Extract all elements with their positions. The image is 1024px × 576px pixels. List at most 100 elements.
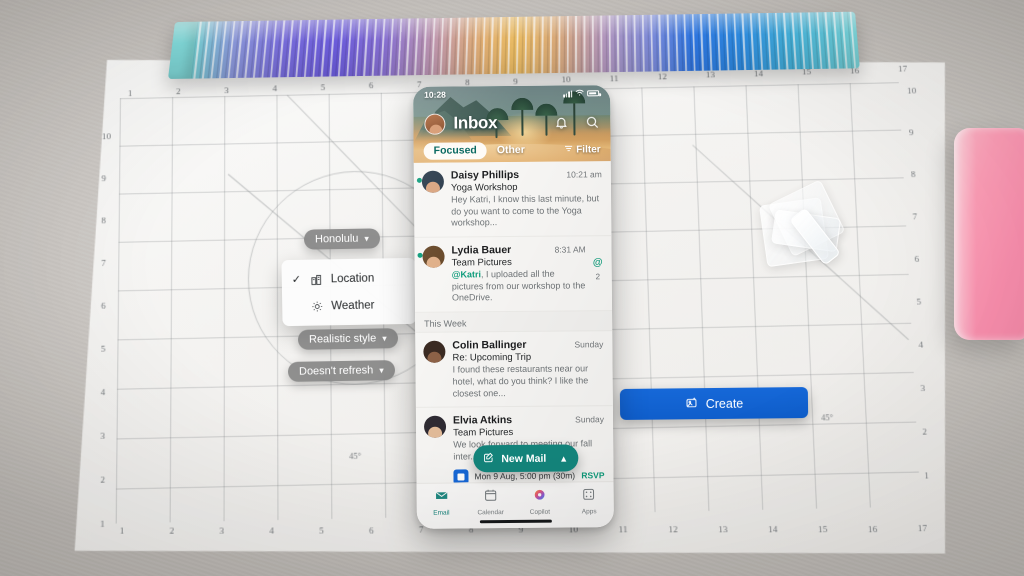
section-header: This Week (415, 311, 613, 333)
ruler-tick: 11 (609, 73, 619, 83)
refresh-chip[interactable]: Doesn't refresh ▾ (287, 360, 395, 382)
message-subject: Re: Upcoming Trip (452, 351, 532, 364)
ruler-tick: 3 (100, 430, 106, 441)
filter-icon (563, 143, 573, 156)
message-subject: Team Pictures (453, 427, 514, 439)
filter-button[interactable]: Filter (563, 143, 601, 156)
bell-icon[interactable] (554, 116, 568, 130)
chevron-down-icon: ▾ (364, 233, 370, 244)
ruler-tick: 7 (912, 211, 918, 222)
ruler-tick: 1 (924, 470, 930, 481)
ruler-tick: 5 (320, 82, 326, 92)
message-time: Sunday (574, 339, 604, 350)
calendar-icon (453, 468, 469, 483)
list-item[interactable]: Lydia Bauer 8:31 AM Team Pictures @Katri… (414, 236, 613, 313)
page-title: Inbox (453, 113, 498, 133)
avatar (423, 415, 447, 438)
ruler-tick: 17 (897, 63, 908, 74)
ruler-tick: 1 (127, 88, 133, 99)
avatar (421, 170, 444, 193)
tab-email-label: Email (433, 509, 450, 517)
ruler-tick: 9 (101, 173, 107, 184)
chevron-down-icon: ▾ (379, 364, 384, 375)
avatar (422, 245, 445, 268)
ribbon-highlight (167, 11, 860, 79)
tab-copilot[interactable]: Copilot (515, 488, 564, 516)
ruler-tick: 11 (618, 524, 629, 535)
location-chip-label: Honolulu (314, 232, 359, 246)
angle-label: 45° (349, 450, 362, 462)
signal-icon (563, 89, 573, 98)
battery-icon (587, 90, 600, 97)
message-preview: I found these restaurants near our hotel… (452, 363, 589, 399)
message-time: Sunday (575, 414, 605, 425)
phone-status-bar: 10:28 (413, 85, 610, 103)
ruler-tick: 14 (753, 68, 764, 79)
rsvp-button[interactable]: RSVP (581, 470, 604, 480)
ruler-tick: 3 (219, 525, 225, 536)
tab-calendar-label: Calendar (477, 509, 504, 517)
message-list[interactable]: Daisy Phillips 10:21 am Yoga Workshop He… (413, 161, 614, 483)
pleated-rainbow-strip (167, 11, 860, 79)
ruler-tick: 2 (169, 525, 175, 536)
ruler-tick: 10 (561, 74, 572, 85)
style-chip-label: Realistic style (308, 332, 377, 346)
tab-email[interactable]: Email (417, 488, 466, 517)
buildings-icon (310, 273, 324, 285)
wifi-icon (575, 88, 584, 98)
ruler-tick: 5 (319, 524, 325, 536)
scene-root: 1 2 3 4 5 6 7 8 9 10 11 12 13 14 15 16 17 1 2 3 4 5 6 7 8 9 10 11 12… (0, 0, 1024, 576)
list-item[interactable]: Daisy Phillips 10:21 am Yoga Workshop He… (413, 161, 612, 238)
thread-count-badge: 2 (595, 272, 601, 282)
tab-calendar[interactable]: Calendar (466, 488, 515, 516)
mention-token: @Katri (451, 269, 482, 280)
ruler-tick: 5 (100, 343, 106, 354)
message-subject: Yoga Workshop (450, 181, 518, 194)
sun-icon (310, 300, 324, 312)
ruler-tick: 1 (119, 525, 125, 536)
list-item[interactable]: Colin Ballinger Sunday Re: Upcoming Trip… (415, 331, 613, 409)
create-button[interactable]: Create (619, 387, 809, 420)
refresh-chip-label: Doesn't refresh (298, 364, 374, 378)
ruler-tick: 4 (272, 83, 278, 94)
ruler-tick: 10 (101, 131, 112, 142)
apps-grid-icon (582, 487, 596, 506)
new-mail-label: New Mail (501, 452, 547, 465)
new-mail-button[interactable]: New Mail ▲ (473, 444, 579, 473)
ruler-tick: 15 (817, 523, 828, 535)
ruler-tick: 12 (657, 71, 668, 82)
tab-other[interactable]: Other (487, 141, 535, 158)
ruler-tick: 9 (908, 127, 914, 138)
ruler-tick: 4 (100, 386, 106, 398)
message-sender: Elvia Atkins (452, 414, 513, 427)
bottom-tab-bar: Email Calendar Copilot Apps (416, 481, 614, 529)
tab-focused[interactable]: Focused (423, 141, 487, 160)
menu-item-location-label: Location (330, 272, 375, 285)
ruler-tick: 3 (224, 85, 230, 95)
menu-item-location[interactable]: ✓ Location (282, 264, 416, 293)
message-subject: Team Pictures (451, 257, 512, 269)
message-sender: Lydia Bauer (451, 244, 512, 257)
ruler-tick: 3 (920, 382, 926, 394)
menu-item-weather[interactable]: Weather (282, 291, 416, 320)
pivot-tabs: Focused Other Filter (414, 139, 611, 161)
avatar[interactable] (424, 113, 446, 135)
message-time: 10:21 am (566, 169, 602, 180)
ruler-tick: 14 (767, 523, 779, 535)
ruler-tick: 6 (369, 524, 375, 536)
ruler-tick: 6 (100, 300, 106, 311)
tab-apps[interactable]: Apps (564, 487, 613, 515)
search-icon[interactable] (585, 115, 599, 129)
ruler-tick: 8 (101, 215, 107, 226)
chevron-down-icon: ▾ (382, 332, 387, 343)
style-chip[interactable]: Realistic style ▾ (297, 328, 398, 350)
message-preview: Hey Katri, I know this last minute, but … (451, 193, 600, 228)
insert-options-menu[interactable]: ✓ Location Weather (281, 257, 417, 327)
ruler-tick: 6 (368, 80, 374, 91)
ruler-tick: 13 (718, 523, 729, 535)
calendar-icon (483, 488, 497, 507)
phone-header: Inbox (413, 107, 610, 139)
location-chip[interactable]: Honolulu ▾ (303, 228, 381, 250)
check-icon: ✓ (291, 273, 302, 286)
ruler-tick: 2 (176, 86, 181, 97)
